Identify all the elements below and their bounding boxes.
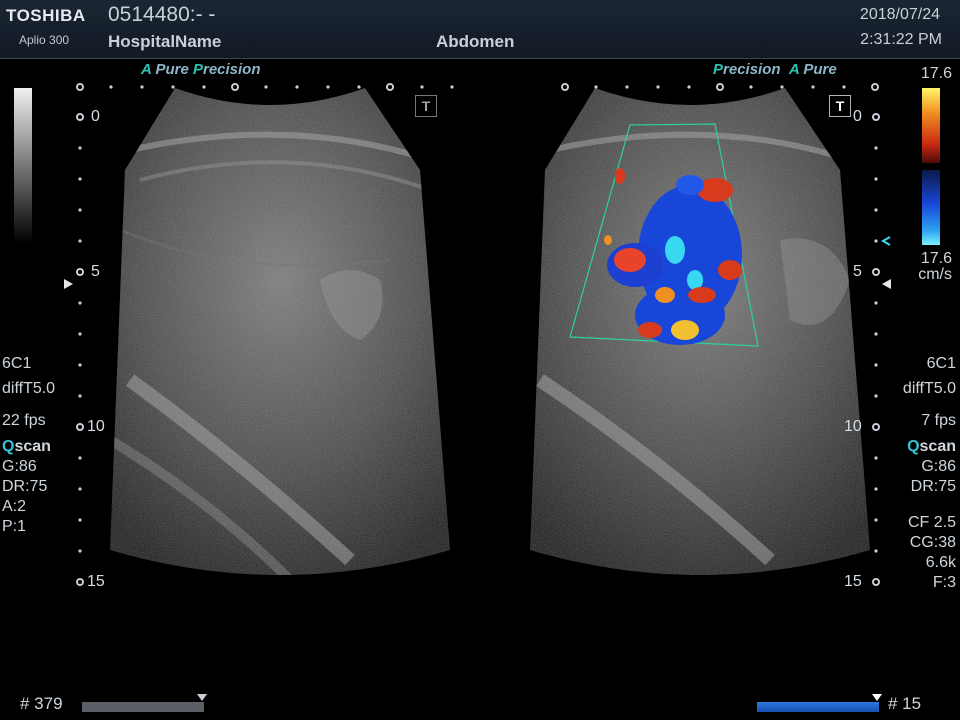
- baseline-marker-icon[interactable]: [880, 235, 892, 247]
- exam-type: Abdomen: [436, 32, 515, 51]
- exam-time: 2:31:22 PM: [860, 31, 942, 48]
- left-depth-0: 0: [91, 108, 100, 125]
- right-cf-label: CF 2.5: [907, 514, 956, 531]
- right-depth-5: 5: [853, 263, 862, 280]
- left-apure-precision-label: A Pure Precision: [141, 61, 261, 78]
- right-depth-0: 0: [853, 108, 862, 125]
- left-frame-number: # 379: [20, 694, 63, 713]
- right-apure-precision-label: Precision A Pure: [713, 61, 837, 78]
- doppler-sector: [530, 88, 870, 575]
- grayscale-bar: [14, 88, 32, 243]
- left-dr-label: DR:75: [2, 478, 48, 495]
- right-depth-10: 10: [844, 418, 862, 435]
- right-qscan-label: Qscan: [907, 438, 956, 455]
- right-cine-bar[interactable]: [757, 702, 879, 712]
- left-cine-marker-icon[interactable]: [197, 694, 207, 702]
- right-dr-label: DR:75: [910, 478, 956, 495]
- top-dotted-scale: [76, 83, 879, 91]
- left-t-button[interactable]: T: [415, 95, 437, 117]
- left-ultrasound-image[interactable]: [90, 80, 470, 580]
- color-scale-red: [922, 88, 940, 163]
- color-scale-blue: [922, 170, 940, 245]
- right-filter-label: diffT5.0: [902, 380, 956, 397]
- right-ultrasound-image[interactable]: [510, 80, 890, 580]
- right-frame-number: # 15: [888, 694, 922, 713]
- left-filter-label: diffT5.0: [2, 380, 56, 397]
- left-focus-marker-icon[interactable]: [62, 278, 74, 290]
- exam-date: 2018/07/24: [859, 6, 940, 23]
- right-fps-label: 7 fps: [921, 412, 956, 429]
- right-depth-scale: [872, 113, 880, 586]
- model-label: Aplio 300: [19, 33, 70, 47]
- right-prf-label: 6.6k: [925, 554, 956, 571]
- right-f-label: F:3: [932, 574, 956, 591]
- left-probe-label: 6C1: [2, 355, 32, 372]
- brand-logo: TOSHIBA: [6, 6, 86, 25]
- left-a-label: A:2: [2, 498, 27, 515]
- left-depth-10: 10: [87, 418, 105, 435]
- right-focus-marker-icon[interactable]: [880, 278, 892, 290]
- patient-id: 0514480:- -: [108, 3, 216, 26]
- left-depth-scale: [76, 113, 84, 586]
- left-cine-bar[interactable]: [82, 702, 204, 712]
- color-scale-unit: cm/s: [918, 266, 952, 283]
- right-t-button[interactable]: T: [829, 95, 851, 117]
- right-probe-label: 6C1: [926, 355, 956, 372]
- right-cine-marker-icon[interactable]: [872, 694, 882, 702]
- right-gain-label: G:86: [921, 458, 956, 475]
- left-depth-15: 15: [87, 573, 105, 590]
- color-scale-top: 17.6: [920, 65, 952, 82]
- left-fps-label: 22 fps: [2, 412, 46, 429]
- left-depth-5: 5: [91, 263, 100, 280]
- left-qscan-label: Qscan: [2, 438, 51, 455]
- left-p-label: P:1: [2, 518, 27, 535]
- header-bar: TOSHIBA Aplio 300 0514480:- - HospitalNa…: [0, 0, 960, 59]
- hospital-name: HospitalName: [108, 32, 222, 51]
- left-gain-label: G:86: [2, 458, 37, 475]
- right-depth-15: 15: [844, 573, 862, 590]
- right-cg-label: CG:38: [909, 534, 956, 551]
- bmode-sector: [110, 88, 450, 575]
